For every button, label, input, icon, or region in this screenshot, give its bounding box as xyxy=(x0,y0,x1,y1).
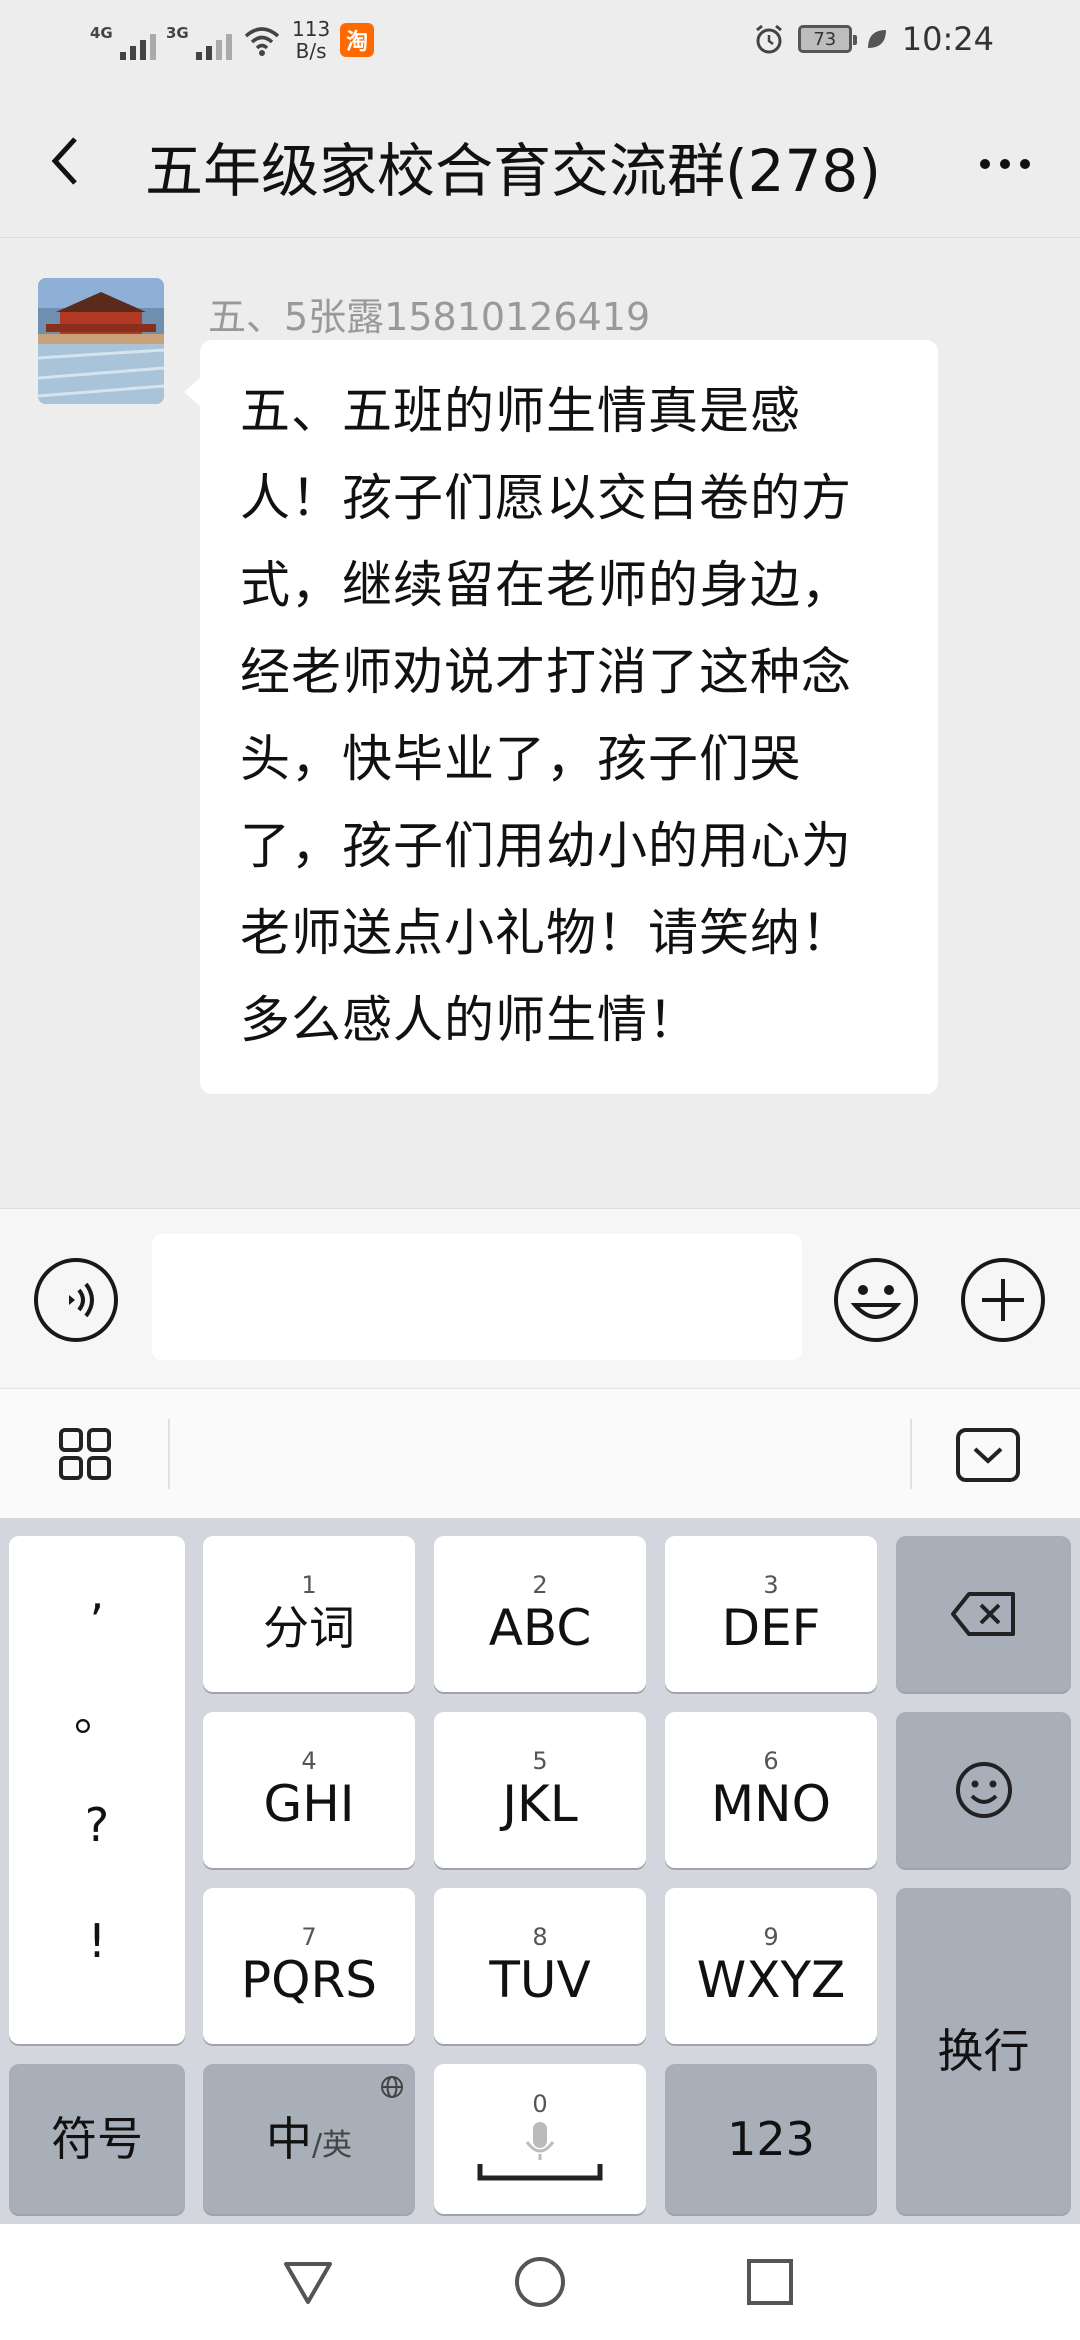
recents-square-icon[interactable] xyxy=(742,2254,798,2310)
microphone-space-icon xyxy=(477,2122,603,2181)
system-navigation-bar xyxy=(0,2224,1080,2340)
punct-comma[interactable]: , xyxy=(9,1566,185,1620)
key-number: 2 xyxy=(532,1571,548,1599)
taobao-badge-text: 淘 xyxy=(346,30,369,55)
message-text: 五、五班的师生情真是感人！孩子们愿以交白卷的方式，继续留在老师的身边，经老师劝说… xyxy=(240,382,852,1049)
network-speed: 113 B/s xyxy=(292,18,330,62)
sender-name: 五、5张露15810126419 xyxy=(208,295,651,339)
backspace-icon xyxy=(950,1592,1015,1636)
key-4-ghi[interactable]: 4 GHI xyxy=(203,1712,415,1868)
cellular-signal-2-icon: 3G xyxy=(166,20,232,60)
key-number: 0 xyxy=(532,2090,548,2118)
key-number: 6 xyxy=(763,1747,779,1775)
symbols-label: 符号 xyxy=(51,2112,143,2166)
enter-key[interactable]: 换行 xyxy=(896,1888,1071,2214)
key-label: GHI xyxy=(263,1775,355,1833)
wifi-icon xyxy=(244,27,280,56)
keyboard-toolbar xyxy=(0,1388,1080,1518)
speed-unit: B/s xyxy=(295,39,327,63)
chat-title: 五年级家校合育交流群(278) xyxy=(145,137,881,205)
chat-header: 五年级家校合育交流群(278) xyxy=(0,84,1080,238)
voice-input-button[interactable] xyxy=(33,1257,119,1343)
emoji-key[interactable] xyxy=(896,1712,1071,1868)
key-7-pqrs[interactable]: 7 PQRS xyxy=(203,1888,415,2044)
numbers-key[interactable]: 123 xyxy=(665,2064,877,2214)
key-6-mno[interactable]: 6 MNO xyxy=(665,1712,877,1868)
punct-exclamation[interactable]: ! xyxy=(9,1914,185,1968)
more-functions-plus-button[interactable] xyxy=(960,1257,1046,1343)
key-number: 3 xyxy=(763,1571,779,1599)
key-number: 1 xyxy=(301,1571,317,1599)
key-number: 8 xyxy=(532,1923,548,1951)
key-label: PQRS xyxy=(241,1951,377,2009)
network-type-1: 4G xyxy=(90,24,113,42)
key-label: 分词 xyxy=(263,1601,355,1655)
smiley-icon xyxy=(955,1762,1012,1818)
more-dot-icon xyxy=(1000,159,1010,169)
speed-value: 113 xyxy=(292,17,331,41)
key-9-wxyz[interactable]: 9 WXYZ xyxy=(665,1888,877,2044)
key-number: 9 xyxy=(763,1923,779,1951)
key-number: 4 xyxy=(301,1747,317,1775)
palace-avatar-image xyxy=(38,278,164,404)
more-dot-icon xyxy=(1020,159,1030,169)
home-circle-icon[interactable] xyxy=(512,2254,568,2310)
keyboard-menu-grid-icon[interactable] xyxy=(55,1424,115,1484)
status-bar: 4G 3G 113 B/s 淘 73 10:24 xyxy=(0,0,1080,84)
message-bubble[interactable]: 五、五班的师生情真是感人！孩子们愿以交白卷的方式，继续留在老师的身边，经老师劝说… xyxy=(184,340,938,1094)
key-label: ABC xyxy=(488,1599,592,1657)
alarm-icon xyxy=(755,24,782,54)
key-label: MNO xyxy=(711,1775,831,1833)
globe-icon xyxy=(381,2076,403,2098)
key-3-def[interactable]: 3 DEF xyxy=(665,1536,877,1692)
numbers-label: 123 xyxy=(727,2112,815,2166)
language-switch-key[interactable]: 中 /英 xyxy=(203,2064,415,2214)
punctuation-column[interactable]: , 。 ? ! xyxy=(9,1536,185,2044)
input-bar xyxy=(0,1208,1080,1388)
enter-label: 换行 xyxy=(937,2024,1030,2078)
key-number: 5 xyxy=(532,1747,548,1775)
toolbar-divider xyxy=(910,1419,912,1489)
key-5-jkl[interactable]: 5 JKL xyxy=(434,1712,646,1868)
more-dot-icon xyxy=(980,159,990,169)
battery-icon: 73 xyxy=(797,25,857,53)
voice-icon xyxy=(69,1295,75,1305)
back-triangle-icon[interactable] xyxy=(280,2254,336,2310)
back-arrow-icon xyxy=(51,137,77,185)
key-number: 7 xyxy=(301,1923,317,1951)
taobao-notification-icon: 淘 xyxy=(340,23,375,57)
battery-level: 73 xyxy=(813,28,837,50)
message-list[interactable]: 五、5张露15810126419 五、五班的师生情真是感人！孩子们愿以交白卷的方… xyxy=(0,238,1080,1208)
key-label: DEF xyxy=(721,1599,821,1657)
emoji-button[interactable] xyxy=(833,1257,919,1343)
lang-main: 中 xyxy=(265,2112,312,2166)
punct-period[interactable]: 。 xyxy=(9,1678,185,1744)
status-right: 73 10:24 xyxy=(752,20,994,58)
power-saving-leaf-icon xyxy=(867,30,886,48)
more-options-button[interactable] xyxy=(970,134,1040,194)
punct-question[interactable]: ? xyxy=(9,1798,185,1852)
clock: 10:24 xyxy=(901,20,994,58)
toolbar-divider xyxy=(168,1419,170,1489)
status-left: 4G 3G 113 B/s 淘 xyxy=(90,18,375,62)
network-type-2: 3G xyxy=(166,24,189,42)
symbols-key[interactable]: 符号 xyxy=(9,2064,185,2214)
key-1-fenci[interactable]: 1 分词 xyxy=(203,1536,415,1692)
back-button[interactable] xyxy=(30,126,100,196)
keyboard-collapse-icon[interactable] xyxy=(955,1427,1021,1483)
cellular-signal-icon: 4G xyxy=(90,20,156,60)
t9-keyboard: , 。 ? ! 1 分词 2 ABC 3 DEF 4 GHI 5 JKL 6 M… xyxy=(0,1518,1080,2224)
key-8-tuv[interactable]: 8 TUV xyxy=(434,1888,646,2044)
key-2-abc[interactable]: 2 ABC xyxy=(434,1536,646,1692)
key-label: WXYZ xyxy=(696,1951,846,2009)
message-input[interactable] xyxy=(152,1234,802,1360)
lang-alt: /英 xyxy=(311,2128,353,2163)
backspace-key[interactable] xyxy=(896,1536,1071,1692)
sender-avatar[interactable] xyxy=(38,278,164,404)
key-label: TUV xyxy=(489,1951,591,2009)
language-label: 中 /英 xyxy=(266,2110,352,2168)
key-label: JKL xyxy=(502,1775,578,1833)
space-key[interactable]: 0 xyxy=(434,2064,646,2214)
